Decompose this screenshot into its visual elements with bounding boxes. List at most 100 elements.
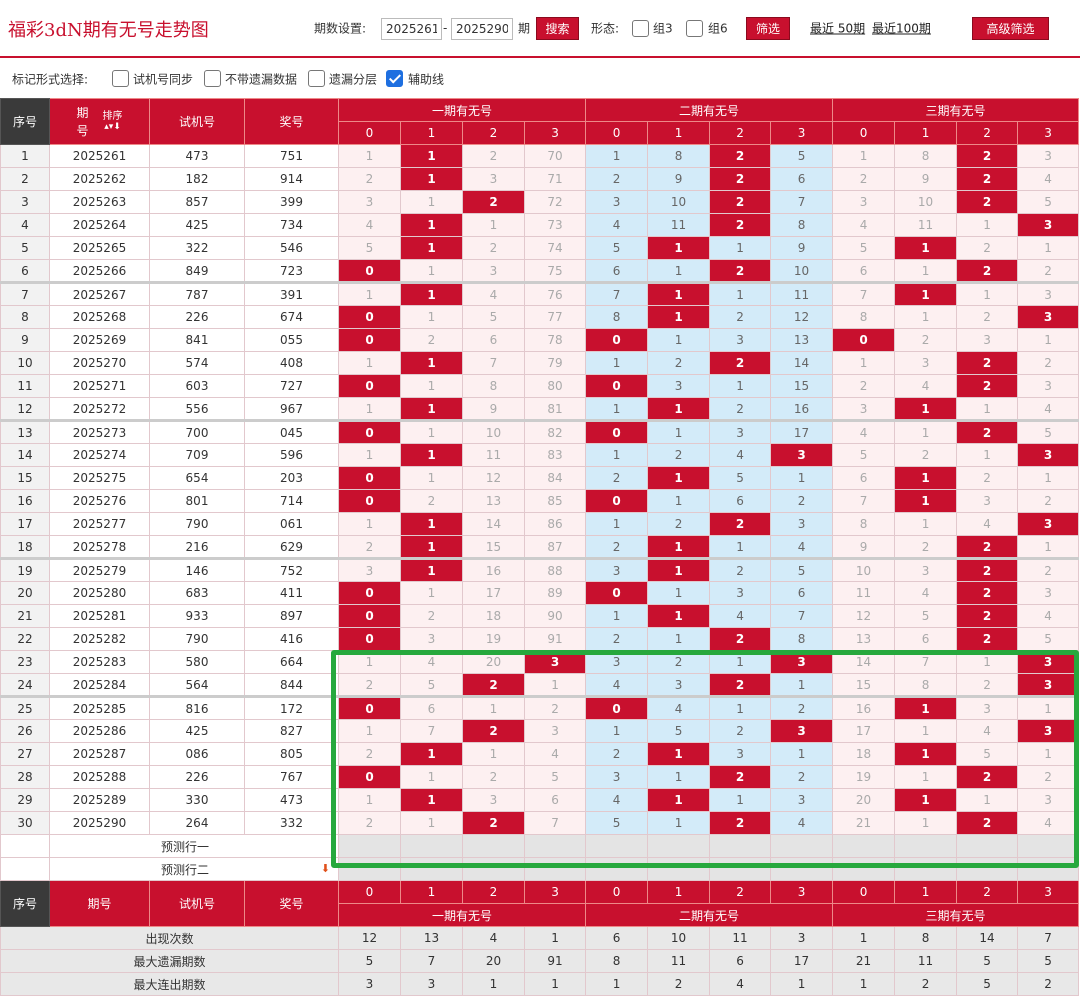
miss-cell[interactable]: 6	[709, 489, 772, 513]
miss-cell[interactable]: 4	[956, 719, 1019, 743]
miss-cell[interactable]: 1	[400, 190, 463, 214]
miss-cell[interactable]: 20	[462, 650, 525, 674]
hit-cell[interactable]: 0	[338, 466, 401, 490]
miss-cell[interactable]: 3	[400, 627, 463, 651]
hit-cell[interactable]: 1	[400, 213, 463, 237]
miss-cell[interactable]: 89	[523, 581, 587, 605]
hit-cell[interactable]: 1	[647, 397, 711, 421]
miss-cell[interactable]: 7	[462, 351, 525, 375]
prediction-cell[interactable]	[647, 834, 711, 858]
zu6-checkbox[interactable]	[686, 20, 703, 37]
hit-cell[interactable]: 0	[585, 419, 649, 444]
hit-cell[interactable]: 1	[647, 281, 711, 306]
miss-cell[interactable]: 1	[894, 259, 958, 283]
miss-cell[interactable]: 13	[770, 328, 834, 352]
miss-cell[interactable]: 1	[338, 443, 401, 467]
miss-cell[interactable]: 8	[894, 673, 958, 697]
miss-cell[interactable]: 3	[1017, 144, 1080, 168]
miss-cell[interactable]: 1	[400, 765, 463, 789]
hit-cell[interactable]: 3	[770, 719, 834, 743]
sort-button[interactable]: 排序 ▴▾⬇	[103, 111, 123, 133]
hit-cell[interactable]: 1	[647, 742, 711, 766]
miss-cell[interactable]: 10	[770, 259, 834, 283]
hit-cell[interactable]: 0	[338, 581, 401, 605]
miss-cell[interactable]: 1	[400, 581, 463, 605]
miss-cell[interactable]: 2	[832, 374, 896, 398]
miss-cell[interactable]: 6	[523, 788, 587, 812]
miss-cell[interactable]: 2	[956, 236, 1019, 260]
miss-cell[interactable]: 2	[1017, 489, 1080, 513]
guide-line-checkbox[interactable]	[386, 70, 403, 87]
hit-cell[interactable]: 1	[894, 397, 958, 421]
miss-cell[interactable]: 2	[462, 765, 525, 789]
miss-cell[interactable]: 19	[462, 627, 525, 651]
prediction-cell[interactable]	[770, 857, 834, 881]
hit-cell[interactable]: 2	[709, 351, 772, 375]
miss-cell[interactable]: 10	[462, 419, 525, 444]
miss-cell[interactable]: 91	[523, 627, 587, 651]
miss-cell[interactable]: 1	[523, 673, 587, 697]
miss-cell[interactable]: 85	[523, 489, 587, 513]
miss-cell[interactable]: 3	[1017, 788, 1080, 812]
miss-cell[interactable]: 3	[1017, 281, 1080, 306]
hit-cell[interactable]: 1	[400, 397, 463, 421]
miss-cell[interactable]: 12	[770, 305, 834, 329]
hit-cell[interactable]: 2	[709, 673, 772, 697]
miss-cell[interactable]: 1	[894, 305, 958, 329]
hit-cell[interactable]: 1	[894, 466, 958, 490]
miss-cell[interactable]: 3	[956, 695, 1019, 720]
hit-cell[interactable]: 3	[1017, 650, 1080, 674]
miss-cell[interactable]: 2	[1017, 259, 1080, 283]
prediction-cell[interactable]	[400, 834, 463, 858]
prediction-cell[interactable]	[523, 834, 587, 858]
miss-cell[interactable]: 7	[894, 650, 958, 674]
miss-cell[interactable]: 1	[894, 719, 958, 743]
miss-cell[interactable]: 2	[709, 719, 772, 743]
miss-cell[interactable]: 9	[770, 236, 834, 260]
hit-cell[interactable]: 1	[400, 557, 463, 582]
miss-cell[interactable]: 2	[832, 167, 896, 191]
miss-cell[interactable]: 1	[585, 397, 649, 421]
miss-cell[interactable]: 5	[832, 236, 896, 260]
miss-cell[interactable]: 1	[400, 811, 463, 835]
miss-cell[interactable]: 2	[338, 167, 401, 191]
miss-cell[interactable]: 72	[523, 190, 587, 214]
hit-cell[interactable]: 0	[338, 695, 401, 720]
prediction-cell[interactable]	[1017, 857, 1080, 881]
miss-cell[interactable]: 2	[1017, 765, 1080, 789]
miss-cell[interactable]: 2	[709, 557, 772, 582]
miss-cell[interactable]: 16	[462, 557, 525, 582]
miss-cell[interactable]: 3	[462, 167, 525, 191]
prediction-cell[interactable]	[709, 857, 772, 881]
miss-cell[interactable]: 1	[400, 259, 463, 283]
prediction-cell[interactable]	[523, 857, 587, 881]
miss-cell[interactable]: 2	[338, 673, 401, 697]
miss-cell[interactable]: 8	[770, 213, 834, 237]
miss-cell[interactable]: 2	[585, 167, 649, 191]
miss-cell[interactable]: 1	[647, 765, 711, 789]
miss-cell[interactable]: 3	[956, 328, 1019, 352]
miss-cell[interactable]: 6	[400, 695, 463, 720]
miss-cell[interactable]: 1	[462, 695, 525, 720]
miss-cell[interactable]: 10	[832, 557, 896, 582]
miss-cell[interactable]: 82	[523, 419, 587, 444]
hit-cell[interactable]: 0	[585, 581, 649, 605]
prediction-cell[interactable]	[956, 834, 1019, 858]
miss-cell[interactable]: 5	[647, 719, 711, 743]
miss-cell[interactable]: 1	[585, 512, 649, 536]
miss-cell[interactable]: 5	[1017, 419, 1080, 444]
miss-cell[interactable]: 8	[770, 627, 834, 651]
miss-cell[interactable]: 1	[338, 397, 401, 421]
miss-cell[interactable]: 5	[338, 236, 401, 260]
miss-cell[interactable]: 2	[585, 535, 649, 559]
miss-cell[interactable]: 1	[585, 719, 649, 743]
miss-cell[interactable]: 8	[832, 305, 896, 329]
hit-cell[interactable]: 2	[956, 167, 1019, 191]
miss-cell[interactable]: 4	[523, 742, 587, 766]
miss-cell[interactable]: 17	[462, 581, 525, 605]
hit-cell[interactable]: 2	[956, 190, 1019, 214]
hit-cell[interactable]: 1	[400, 236, 463, 260]
miss-cell[interactable]: 2	[462, 144, 525, 168]
miss-cell[interactable]: 2	[709, 397, 772, 421]
hit-cell[interactable]: 0	[338, 374, 401, 398]
